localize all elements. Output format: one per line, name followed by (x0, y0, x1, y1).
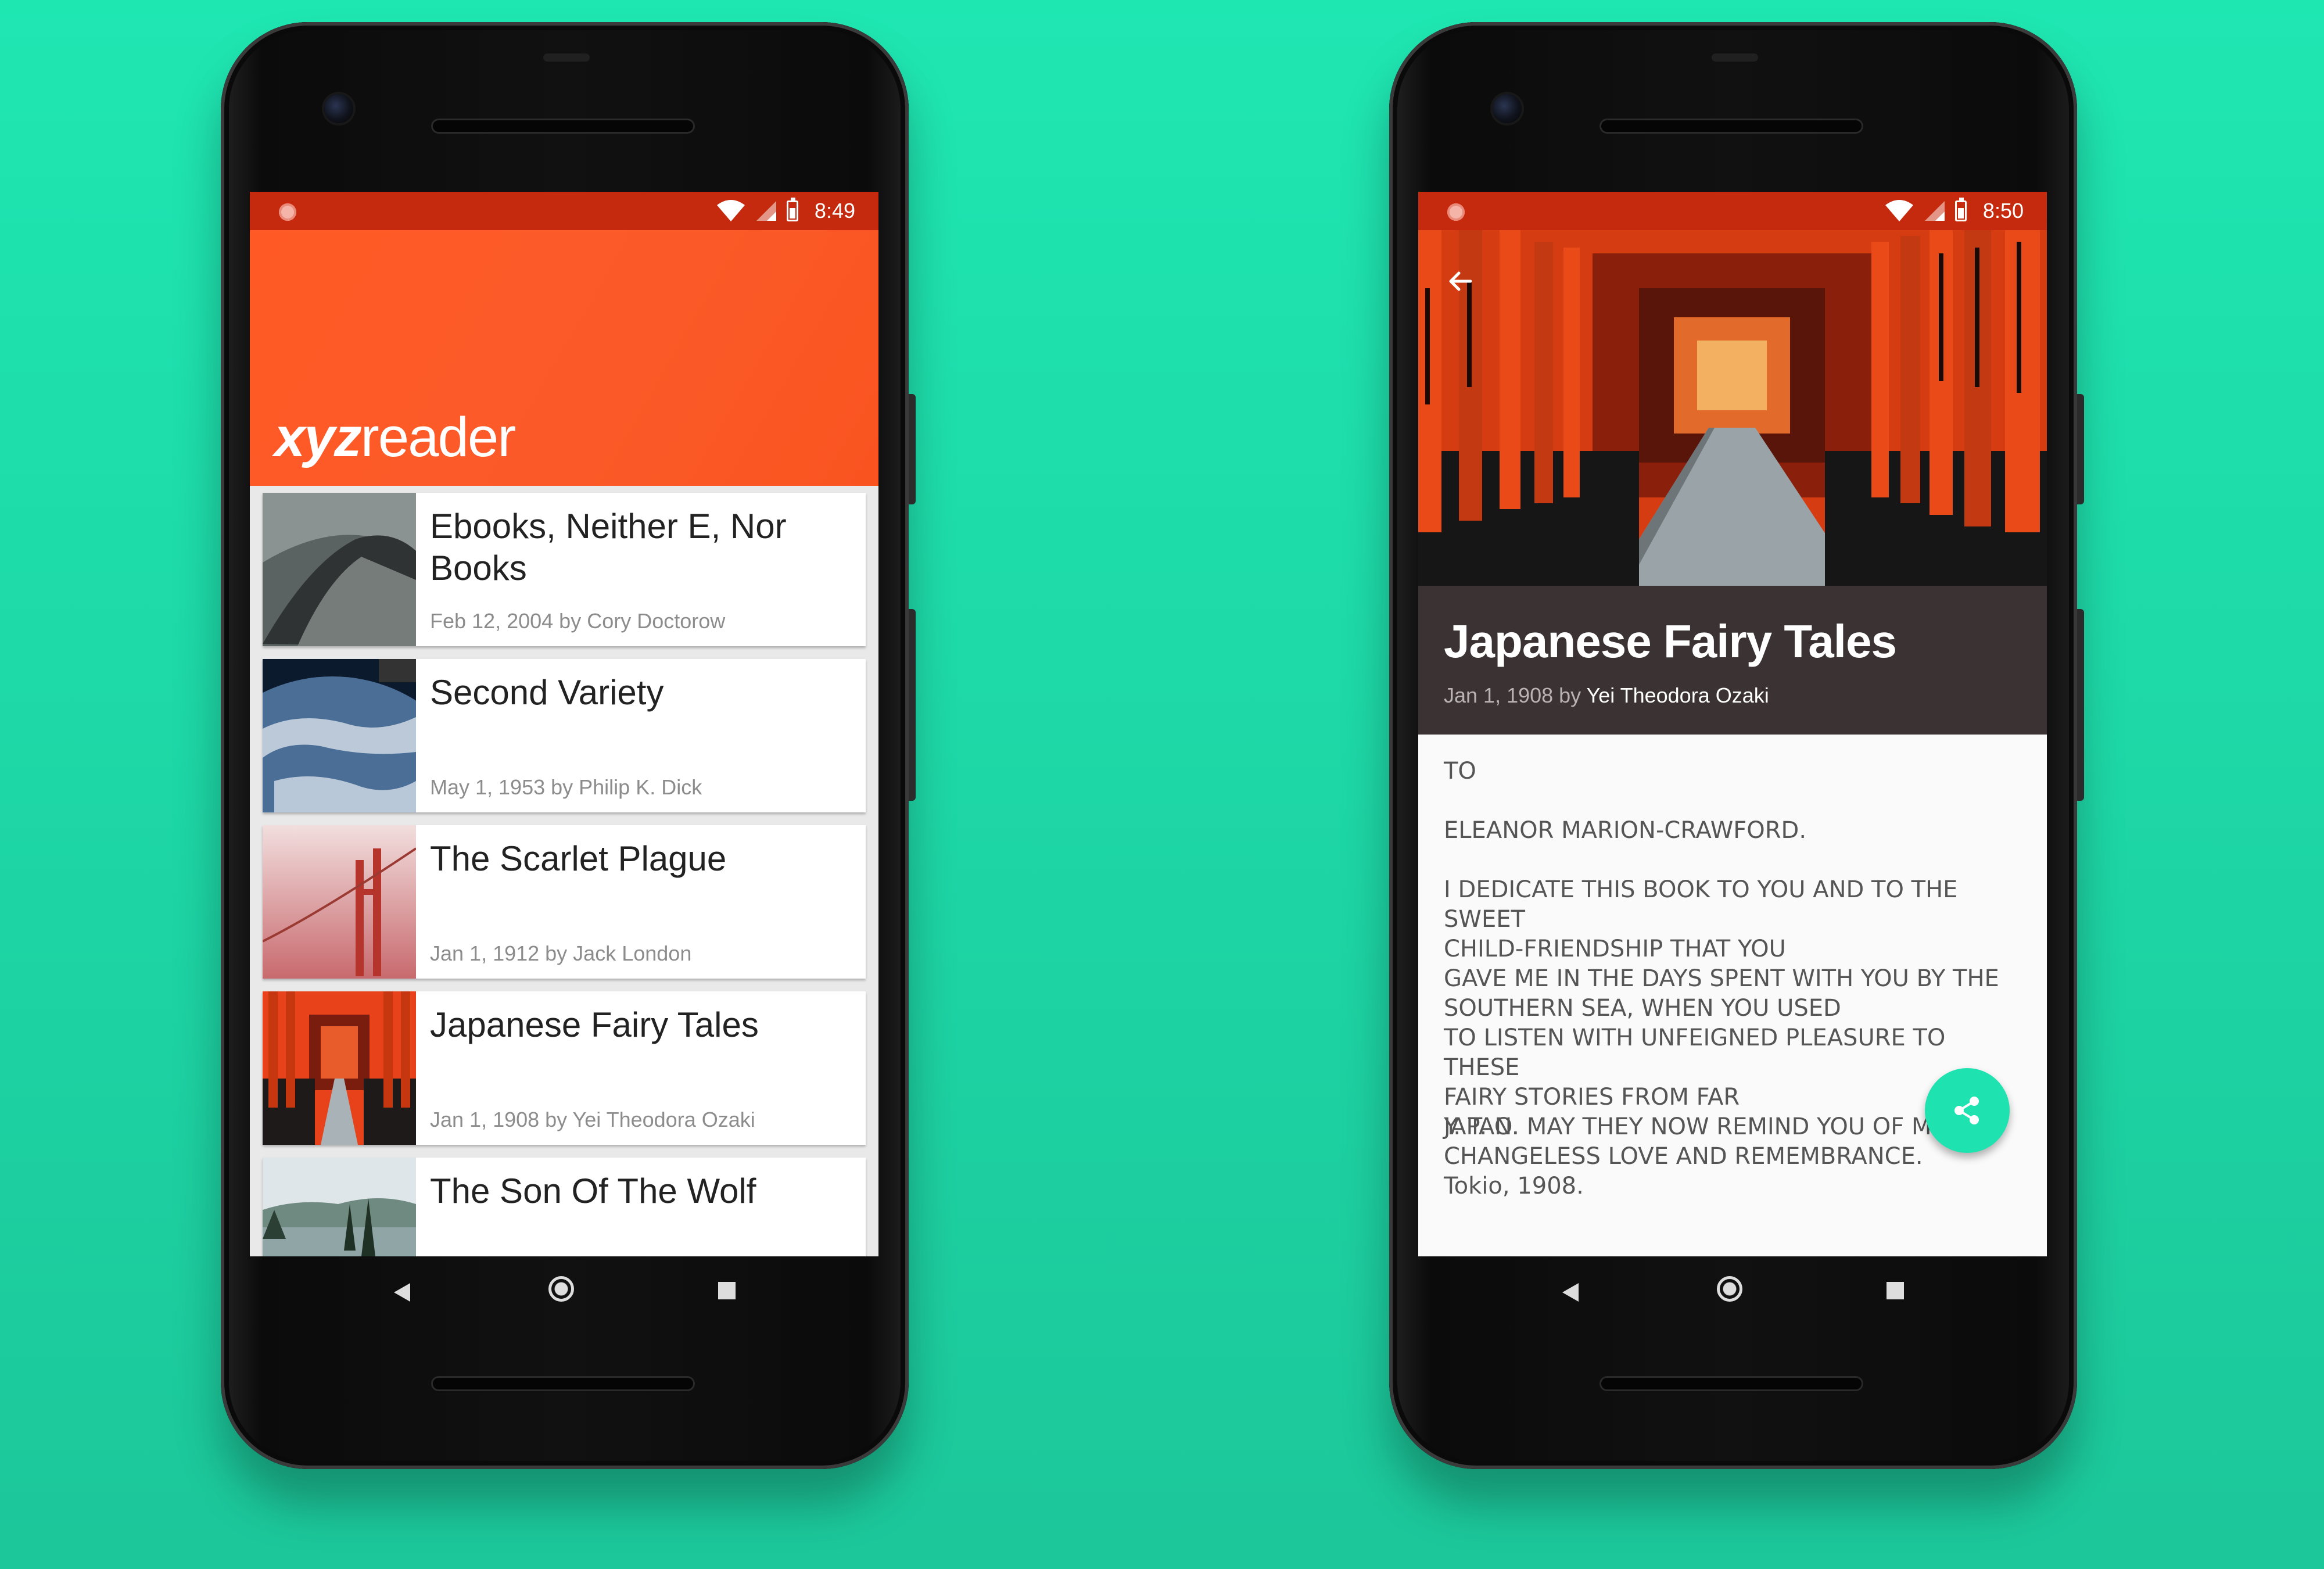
nav-back-icon[interactable] (394, 1283, 410, 1302)
cliff-photo-icon (263, 493, 416, 646)
article-card[interactable]: Second Variety May 1, 1953 by Philip K. … (263, 659, 866, 812)
status-bar: 8:49 (250, 192, 878, 230)
article-title: Japanese Fairy Tales (1444, 615, 1897, 667)
torii-photo-icon (263, 991, 416, 1145)
power-button (2077, 394, 2084, 504)
signal-icon (1924, 201, 1945, 221)
battery-icon (786, 198, 798, 221)
bottom-speaker (431, 1376, 695, 1391)
navigation-bar (1418, 1260, 2047, 1330)
status-time: 8:49 (814, 199, 855, 223)
article-list: Ebooks, Neither E, Nor Books Feb 12, 200… (250, 486, 878, 1256)
nav-back-icon[interactable] (1562, 1283, 1579, 1302)
wifi-icon (716, 200, 745, 221)
body-paragraph: TO (1444, 758, 1476, 784)
article-card[interactable]: Ebooks, Neither E, Nor Books Feb 12, 200… (263, 493, 866, 646)
article-title: The Scarlet Plague (430, 839, 727, 878)
phone-list-view: 8:49 xyzreader Ebooks, Neither E, Nor Bo… (221, 22, 916, 1469)
notification-dot-icon (279, 203, 296, 221)
article-meta: May 1, 1953 by Philip K. Dick (430, 775, 702, 799)
power-button (909, 394, 916, 504)
article-title: Ebooks, Neither E, Nor Books (430, 507, 787, 588)
bridge-photo-icon (263, 825, 416, 979)
article-card[interactable]: Japanese Fairy Tales Jan 1, 1908 by Yei … (263, 991, 866, 1145)
article-meta: Jan 1, 1908 by Yei Theodora Ozaki (430, 1108, 755, 1131)
front-camera (324, 94, 353, 123)
earth-photo-icon (263, 659, 416, 812)
article-card[interactable]: The Scarlet Plague Jan 1, 1912 by Jack L… (263, 825, 866, 979)
nav-recents-icon[interactable] (718, 1282, 736, 1299)
bottom-speaker (1599, 1376, 1863, 1391)
app-bar: xyzreader (250, 230, 878, 486)
volume-button (2077, 609, 2084, 801)
signal-icon (756, 201, 776, 221)
article-hero-image (1418, 230, 2047, 586)
article-title: The Son Of The Wolf (430, 1172, 756, 1210)
article-meta: Jan 1, 1912 by Jack London (430, 941, 692, 965)
article-title: Second Variety (430, 673, 664, 712)
sensor-notch (543, 53, 590, 62)
earpiece-speaker (431, 119, 695, 134)
notification-dot-icon (1447, 203, 1465, 221)
front-camera (1493, 94, 1522, 123)
phone-detail-view: 8:50 Japanese Fairy Tales Jan 1, 1908 by… (1389, 22, 2084, 1469)
article-header: Japanese Fairy Tales Jan 1, 1908 by Yei … (1418, 586, 2047, 735)
article-meta: Jan 1, 1908 by Yei Theodora Ozaki (1444, 683, 1769, 707)
earpiece-speaker (1599, 119, 1863, 134)
screen: 8:49 xyzreader Ebooks, Neither E, Nor Bo… (250, 192, 878, 1256)
navigation-bar (250, 1260, 878, 1330)
article-title: Japanese Fairy Tales (430, 1005, 759, 1044)
body-paragraph: ELEANOR MARION-CRAWFORD. (1444, 817, 1807, 844)
volume-button (909, 609, 916, 801)
status-bar: 8:50 (1418, 192, 2047, 230)
status-time: 8:50 (1982, 199, 2024, 223)
share-icon (1954, 1097, 1979, 1124)
app-logo: xyzreader (274, 406, 516, 468)
screen: 8:50 Japanese Fairy Tales Jan 1, 1908 by… (1418, 192, 2047, 1256)
battery-icon (1954, 198, 1967, 221)
share-button[interactable] (1925, 1068, 2010, 1153)
nav-recents-icon[interactable] (1887, 1282, 1904, 1299)
article-author: Yei Theodora Ozaki (1586, 683, 1769, 707)
article-body: TO ELEANOR MARION-CRAWFORD. I DEDICATE T… (1418, 735, 2047, 1256)
back-arrow-icon[interactable] (1445, 266, 1475, 296)
body-paragraph: Tokio, 1908. (1444, 1173, 1584, 1199)
sensor-notch (1712, 53, 1758, 62)
nav-home-icon[interactable] (548, 1276, 574, 1302)
article-meta: Feb 12, 2004 by Cory Doctorow (430, 609, 726, 633)
article-card[interactable]: The Son Of The Wolf (263, 1158, 866, 1256)
lake-photo-icon (263, 1158, 416, 1256)
wifi-icon (1885, 200, 1913, 221)
nav-home-icon[interactable] (1717, 1276, 1742, 1302)
